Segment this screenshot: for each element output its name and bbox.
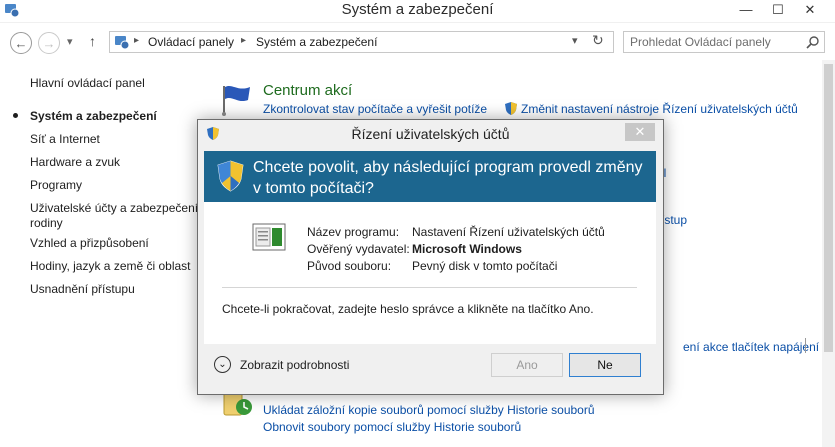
field-label-publisher: Ověřený vydavatel:	[307, 242, 410, 256]
sidebar-item-user-accounts[interactable]: Uživatelské účty a zabezpečení	[30, 200, 198, 216]
forward-button[interactable]: →	[38, 32, 60, 54]
address-bar[interactable]: ▸ Ovládací panely ▸ Systém a zabezpečení…	[109, 31, 614, 53]
no-button[interactable]: Ne	[569, 353, 641, 377]
sidebar-item-ease-of-access[interactable]: Usnadnění přístupu	[30, 281, 135, 297]
close-window-button[interactable]: ✕	[796, 0, 824, 20]
program-icon	[252, 223, 286, 251]
field-label-file-origin: Původ souboru:	[307, 259, 392, 273]
dialog-message: Chcete-li pokračovat, zadejte heslo sprá…	[222, 302, 594, 316]
minimize-button[interactable]: —	[732, 0, 760, 20]
dialog-header: Chcete povolit, aby následující program …	[204, 151, 656, 202]
breadcrumb-system-security[interactable]: Systém a zabezpečení	[256, 35, 377, 49]
up-button[interactable]: ↑	[89, 33, 96, 49]
maximize-button[interactable]: ☐	[764, 0, 792, 20]
link-restore-files[interactable]: Obnovit soubory pomocí služby Historie s…	[263, 419, 521, 435]
sidebar-item-user-accounts-line2[interactable]: rodiny	[30, 215, 63, 231]
address-dropdown-icon[interactable]: ▾	[572, 34, 578, 47]
window-titlebar: Systém a zabezpečení — ☐ ✕	[0, 0, 835, 23]
sidebar-item-home[interactable]: Hlavní ovládací panel	[30, 75, 145, 91]
link-save-backup[interactable]: Ukládat záložní kopie souborů pomocí slu…	[263, 402, 595, 418]
field-value-file-origin: Pevný disk v tomto počítači	[412, 259, 558, 273]
sidebar-item-clock-language[interactable]: Hodiny, jazyk a země či oblast	[30, 258, 191, 274]
uac-dialog: Řízení uživatelských účtů ✕ Chcete povol…	[197, 119, 664, 395]
sidebar-item-appearance[interactable]: Vzhled a přizpůsobení	[30, 235, 149, 251]
chevron-down-icon[interactable]: ⌄	[214, 356, 231, 373]
category-title-action-center[interactable]: Centrum akcí	[263, 82, 352, 99]
dialog-body: Název programu: Nastavení Řízení uživate…	[204, 202, 656, 344]
sidebar-item-programs[interactable]: Programy	[30, 177, 82, 193]
dialog-divider	[222, 287, 637, 288]
window-title: Systém a zabezpečení	[341, 1, 494, 18]
recent-locations-dropdown[interactable]: ▾	[67, 35, 73, 48]
field-value-publisher: Microsoft Windows	[412, 242, 522, 256]
dialog-footer: ⌄ Zobrazit podrobnosti Ano Ne	[204, 344, 656, 390]
link-change-uac-settings[interactable]: Změnit nastavení nástroje Řízení uživate…	[521, 101, 798, 117]
sidebar-item-hardware[interactable]: Hardware a zvuk	[30, 154, 120, 170]
action-center-flag-icon	[222, 85, 250, 116]
dialog-title: Řízení uživatelských účtů	[351, 126, 510, 142]
uac-shield-icon	[505, 102, 517, 115]
scrollbar-thumb[interactable]	[824, 64, 833, 352]
sidebar-item-system-security[interactable]: Systém a zabezpečení	[30, 108, 157, 124]
link-power-buttons[interactable]: ení akce tlačítek napájení	[683, 339, 819, 355]
dialog-question: Chcete povolit, aby následující program …	[253, 159, 643, 197]
back-button[interactable]: ←	[10, 32, 32, 54]
link-divider	[805, 338, 806, 353]
show-details-link[interactable]: Zobrazit podrobnosti	[240, 358, 349, 372]
breadcrumb-separator-icon[interactable]: ▸	[134, 35, 139, 46]
yes-button[interactable]: Ano	[491, 353, 563, 377]
field-value-program-name: Nastavení Řízení uživatelských účtů	[412, 225, 605, 239]
uac-shield-large-icon	[217, 160, 244, 192]
link-check-status[interactable]: Zkontrolovat stav počítače a vyřešit pot…	[263, 101, 487, 117]
dialog-close-button[interactable]: ✕	[625, 123, 655, 141]
sidebar-item-network[interactable]: Síť a Internet	[30, 131, 100, 147]
field-label-program-name: Název programu:	[307, 225, 400, 239]
refresh-icon[interactable]: ↻	[592, 32, 604, 49]
breadcrumb-control-panel[interactable]: Ovládací panely	[148, 35, 234, 49]
current-location-bullet	[13, 113, 18, 118]
dialog-titlebar: Řízení uživatelských účtů ✕	[198, 120, 663, 148]
breadcrumb-separator-icon[interactable]: ▸	[241, 35, 246, 46]
control-panel-icon	[115, 36, 130, 50]
search-box[interactable]	[623, 31, 825, 53]
search-icon[interactable]	[806, 35, 820, 49]
search-input[interactable]	[630, 34, 800, 50]
